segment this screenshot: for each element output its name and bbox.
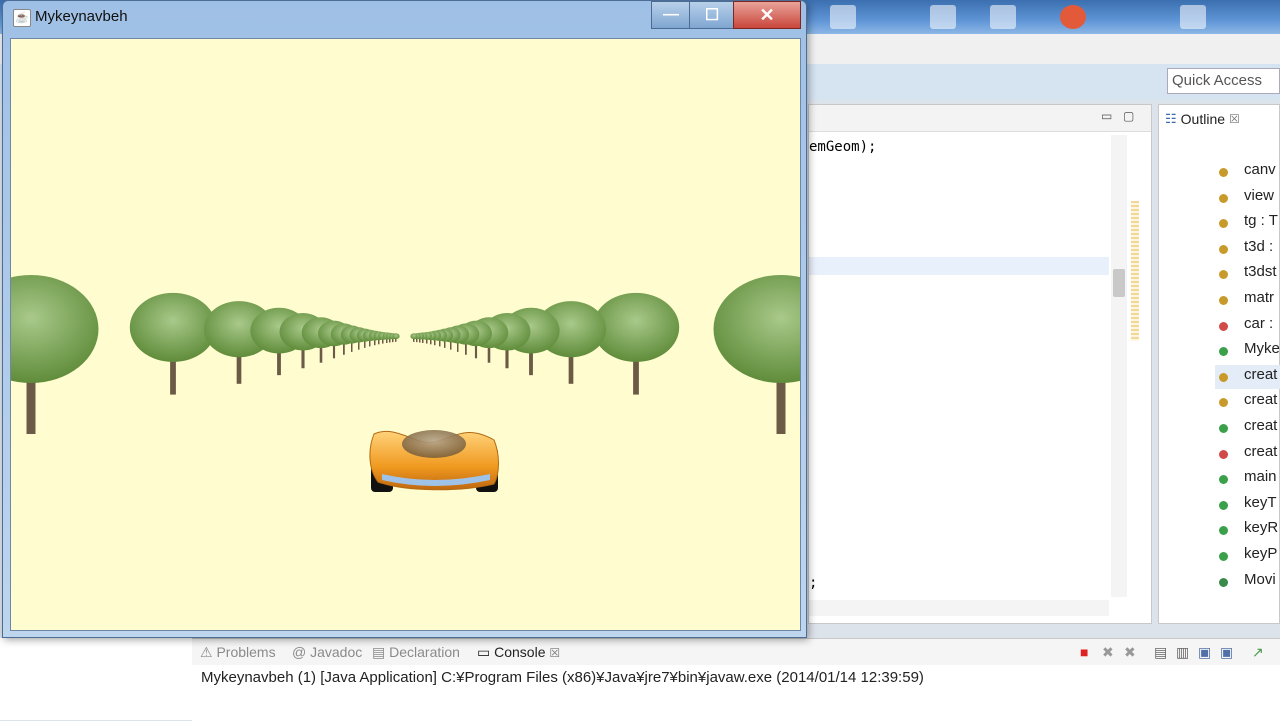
minimize-view-icon[interactable]: ▭: [1101, 109, 1112, 123]
outline-member-icon: [1219, 449, 1228, 459]
maximize-view-icon[interactable]: ▢: [1123, 109, 1134, 123]
bottom-tab-bar: ⚠ Problems @ Javadoc ▤ Declaration ▭ Con…: [192, 639, 1280, 665]
outline-member-icon: [1219, 552, 1228, 561]
left-panel-area: [0, 638, 192, 720]
left-tree-row: [11, 275, 400, 434]
scroll-lock-icon[interactable]: ▥: [1176, 644, 1189, 661]
outline-member-icon: [1219, 398, 1228, 408]
outline-member-icon: [1219, 526, 1228, 536]
remove-launch-icon[interactable]: ✖: [1102, 644, 1114, 661]
tab-declaration[interactable]: ▤ Declaration: [372, 644, 460, 661]
tree: [713, 275, 800, 434]
tab-console-label: Console: [494, 644, 546, 660]
window-title: Mykeynavbeh: [35, 8, 128, 25]
taskbar-app-icon[interactable]: [1180, 5, 1206, 29]
pin-console-icon[interactable]: ▣: [1198, 644, 1211, 661]
tree: [129, 292, 217, 395]
car-model: [369, 430, 499, 492]
tab-declaration-label: Declaration: [389, 644, 460, 660]
outline-item[interactable]: canv: [1244, 161, 1276, 178]
tab-javadoc[interactable]: @ Javadoc: [292, 644, 362, 660]
outline-item[interactable]: creat: [1244, 443, 1277, 460]
outline-member-icon: [1219, 475, 1228, 485]
minimize-button[interactable]: —: [651, 1, 691, 29]
outline-item[interactable]: creat: [1244, 391, 1277, 408]
outline-member-icon: [1219, 321, 1228, 331]
outline-member-icon: [1219, 372, 1228, 382]
tab-problems-label: Problems: [216, 644, 276, 660]
taskbar-app-icon[interactable]: [830, 5, 856, 29]
overview-ruler[interactable]: [1131, 201, 1139, 341]
outline-member-icon: [1219, 577, 1228, 587]
scene-svg: [11, 275, 800, 492]
code-editor[interactable]: ▭ ▢ emGeom); ;: [808, 104, 1152, 624]
editor-tab-bar: ▭ ▢: [809, 105, 1151, 132]
bottom-panel: ⚠ Problems @ Javadoc ▤ Declaration ▭ Con…: [192, 638, 1280, 721]
outline-member-icon: [1219, 219, 1228, 229]
close-icon[interactable]: ☒: [549, 646, 560, 660]
outline-item[interactable]: main: [1244, 468, 1277, 485]
close-button[interactable]: ✕: [733, 1, 801, 29]
right-tree-row: [410, 275, 800, 434]
outline-member-icon: [1219, 296, 1228, 305]
outline-item[interactable]: car :: [1244, 315, 1273, 332]
tab-problems[interactable]: ⚠ Problems: [200, 644, 276, 661]
tab-console[interactable]: ▭ Console ☒: [477, 644, 560, 661]
open-console-icon[interactable]: ↗: [1252, 644, 1264, 661]
current-line-highlight: [809, 257, 1109, 275]
maximize-button[interactable]: ☐: [689, 1, 735, 29]
clear-console-icon[interactable]: ▤: [1154, 644, 1167, 661]
outline-member-icon: [1219, 168, 1228, 177]
outline-icon: ☷: [1165, 111, 1177, 126]
tree: [11, 275, 99, 434]
outline-view: ☷ Outline ☒ canv view tg : T t3d : t3dst matr…: [1158, 104, 1280, 624]
outline-member-icon: [1219, 347, 1228, 357]
console-output: Mykeynavbeh (1) [Java Application] C:¥Pr…: [201, 669, 924, 686]
terminate-icon[interactable]: ■: [1080, 644, 1088, 660]
outline-member-icon: [1219, 193, 1228, 203]
close-icon[interactable]: ☒: [1229, 112, 1240, 126]
outline-item[interactable]: t3d :: [1244, 238, 1273, 255]
code-line: ;: [809, 575, 818, 591]
remove-all-icon[interactable]: ✖: [1124, 644, 1136, 661]
outline-member-icon: [1219, 500, 1228, 510]
outline-item[interactable]: Myke: [1244, 340, 1280, 357]
editor-horizontal-scrollbar[interactable]: [809, 600, 1109, 616]
outline-item[interactable]: keyR: [1244, 519, 1278, 536]
outline-item[interactable]: tg : T: [1244, 212, 1278, 229]
outline-item[interactable]: Movi: [1244, 571, 1276, 588]
outline-item[interactable]: keyT: [1244, 494, 1277, 511]
app-window: ☕ Mykeynavbeh — ☐ ✕: [2, 0, 807, 638]
outline-item[interactable]: creat: [1244, 366, 1277, 383]
taskbar-app-icon[interactable]: [1060, 5, 1086, 29]
taskbar-app-icon[interactable]: [990, 5, 1016, 29]
outline-item[interactable]: matr: [1244, 289, 1274, 306]
code-line: emGeom);: [809, 139, 877, 155]
outline-item[interactable]: view: [1244, 187, 1274, 204]
3d-canvas[interactable]: [10, 38, 801, 631]
outline-member-icon: [1219, 244, 1228, 254]
taskbar-app-icon[interactable]: [930, 5, 956, 29]
tab-javadoc-label: Javadoc: [310, 644, 363, 660]
outline-member-icon: [1219, 424, 1228, 433]
outline-item[interactable]: creat: [1244, 417, 1277, 434]
scrollbar-thumb[interactable]: [1113, 269, 1125, 297]
display-console-icon[interactable]: ▣: [1220, 644, 1233, 661]
editor-vertical-scrollbar[interactable]: [1111, 135, 1127, 597]
quick-access-input[interactable]: Quick Access: [1167, 68, 1280, 94]
outline-item[interactable]: t3dst: [1244, 263, 1277, 280]
outline-tab-label: Outline: [1180, 111, 1226, 127]
tree: [592, 292, 680, 395]
outline-item[interactable]: keyP: [1244, 545, 1277, 562]
car-canopy: [402, 430, 466, 458]
outline-member-icon: [1219, 270, 1228, 280]
tab-outline[interactable]: ☷ Outline ☒: [1165, 111, 1240, 127]
java-icon[interactable]: ☕: [13, 9, 31, 27]
